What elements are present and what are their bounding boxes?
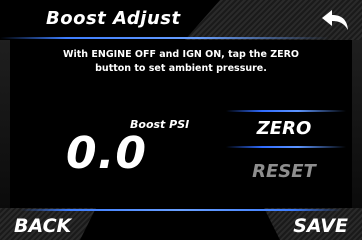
instructions-line-2: button to set ambient pressure. <box>95 63 267 74</box>
zero-button[interactable]: ZERO <box>226 113 342 143</box>
boost-psi-value: 0.0 <box>66 128 147 179</box>
zero-bottom-divider <box>226 146 346 148</box>
undo-arrow-button[interactable] <box>318 6 352 34</box>
boost-adjust-screen: Boost Adjust With ENGINE OFF and IGN ON,… <box>0 0 362 240</box>
instructions-line-1: With ENGINE OFF and IGN ON, tap the ZERO <box>63 49 299 60</box>
undo-arrow-icon <box>322 10 348 30</box>
zero-top-divider <box>226 110 346 112</box>
save-button[interactable]: SAVE <box>286 213 356 239</box>
left-edge-panel <box>0 40 10 208</box>
footer-center-panel <box>80 208 280 240</box>
reset-button[interactable]: RESET <box>226 156 342 186</box>
page-title: Boost Adjust <box>46 8 181 29</box>
footer-accent-line <box>20 209 342 211</box>
back-button[interactable]: BACK <box>6 213 76 239</box>
right-edge-panel <box>352 40 362 208</box>
header-accent-line <box>0 37 330 39</box>
instructions-text: With ENGINE OFF and IGN ON, tap the ZERO… <box>30 48 332 76</box>
